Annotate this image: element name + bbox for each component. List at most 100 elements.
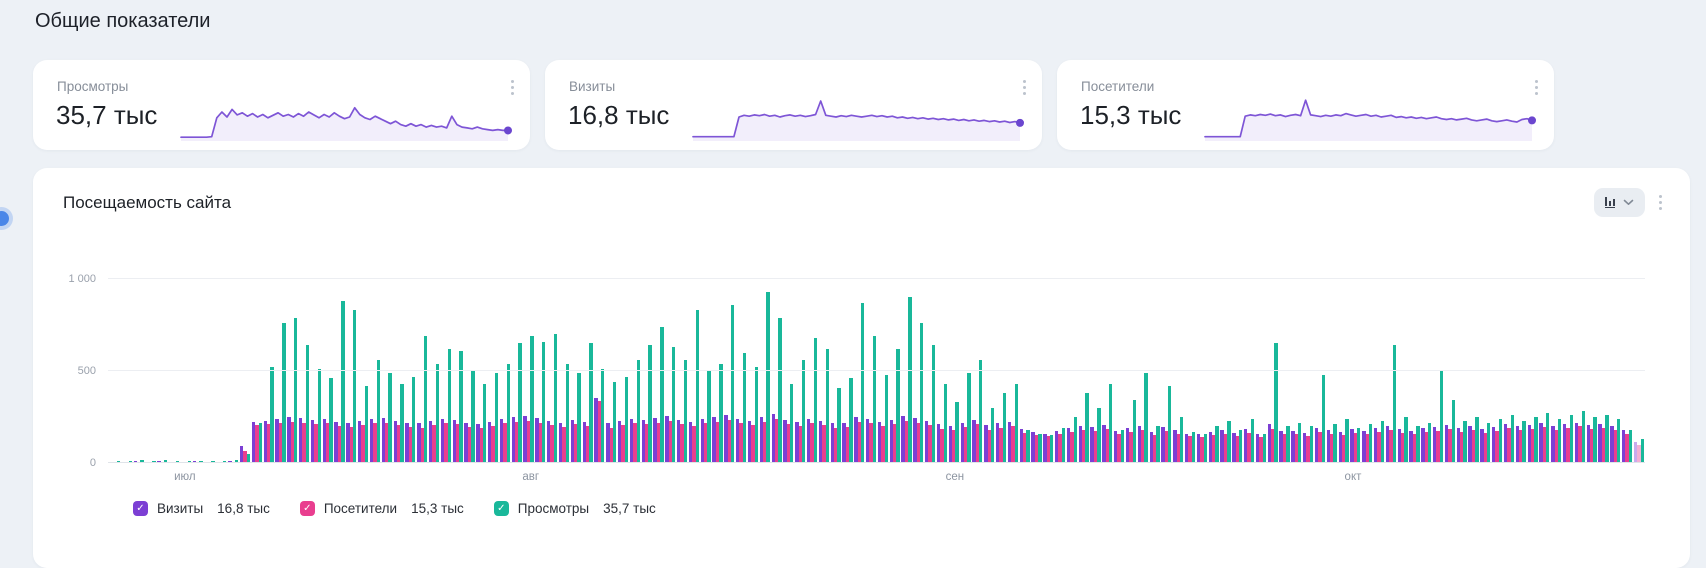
legend-item-visits[interactable]: ✓Визиты16,8 тыс — [133, 501, 270, 516]
bar-group-day[interactable] — [701, 371, 711, 463]
bar-group-day[interactable] — [1528, 417, 1538, 463]
bar-group-day[interactable] — [476, 384, 486, 463]
bar-group-day[interactable] — [1516, 421, 1526, 463]
bar-group-day[interactable] — [1244, 419, 1254, 463]
bar-group-day[interactable] — [1610, 419, 1620, 463]
bar-group-day[interactable] — [1409, 426, 1419, 463]
summary-card-visits[interactable]: Визиты 16,8 тыс — [545, 60, 1042, 150]
bar-group-day[interactable] — [405, 377, 415, 463]
bar-group-day[interactable] — [854, 303, 864, 463]
edge-widget-handle[interactable] — [0, 211, 9, 226]
bar-group-day[interactable] — [925, 345, 935, 463]
bar-group-day[interactable] — [346, 310, 356, 463]
bar-group-day[interactable] — [1457, 421, 1467, 463]
bar-group-day[interactable] — [523, 336, 533, 463]
bar-group-day[interactable] — [984, 408, 994, 463]
bar-group-day[interactable] — [1031, 432, 1041, 463]
bar-group-day[interactable] — [642, 345, 652, 463]
bar-group-day[interactable] — [358, 386, 368, 463]
bar-group-day[interactable] — [1339, 419, 1349, 463]
bar-group-day[interactable] — [842, 378, 852, 463]
bar-group-day[interactable] — [1197, 434, 1207, 463]
bar-group-day[interactable] — [901, 297, 911, 463]
bar-group-day[interactable] — [1374, 421, 1384, 463]
bar-group-day[interactable] — [453, 351, 463, 463]
legend-checkbox-visits[interactable]: ✓ — [133, 501, 148, 516]
bar-group-day[interactable] — [240, 446, 250, 463]
bar-group-day[interactable] — [1161, 386, 1171, 463]
bar-group-day[interactable] — [394, 384, 404, 463]
bar-group-day[interactable] — [653, 327, 663, 463]
bar-group-day[interactable] — [1020, 429, 1030, 463]
bar-group-day[interactable] — [1362, 424, 1372, 463]
bar-group-day[interactable] — [1480, 423, 1490, 463]
bar-group-day[interactable] — [1150, 426, 1160, 463]
legend-checkbox-visitors[interactable]: ✓ — [300, 501, 315, 516]
bar-group-day[interactable] — [1350, 428, 1360, 463]
bar-group-day[interactable] — [1043, 434, 1053, 463]
bar-group-day[interactable] — [630, 360, 640, 463]
bar-group-day[interactable] — [961, 373, 971, 463]
bar-group-day[interactable] — [1634, 439, 1644, 463]
bar-group-day[interactable] — [819, 349, 829, 463]
bar-group-day[interactable] — [1055, 428, 1065, 463]
bar-group-day[interactable] — [1220, 421, 1230, 463]
chart-type-selector[interactable] — [1594, 188, 1646, 217]
bar-group-day[interactable] — [1386, 345, 1396, 463]
bar-group-day[interactable] — [382, 373, 392, 463]
summary-card-visitors[interactable]: Посетители 15,3 тыс — [1057, 60, 1554, 150]
bar-group-day[interactable] — [665, 347, 675, 463]
bar-group-day[interactable] — [583, 343, 593, 463]
bar-group-day[interactable] — [1575, 411, 1585, 463]
bar-group-day[interactable] — [264, 367, 274, 463]
bar-group-day[interactable] — [807, 338, 817, 463]
bar-group-day[interactable] — [1492, 419, 1502, 463]
bar-group-day[interactable] — [1268, 343, 1278, 463]
bar-group-day[interactable] — [370, 360, 380, 463]
bar-group-day[interactable] — [1079, 393, 1089, 463]
bar-group-day[interactable] — [972, 360, 982, 463]
bar-group-day[interactable] — [594, 369, 604, 463]
bar-group-day[interactable] — [1563, 415, 1573, 463]
bar-group-day[interactable] — [724, 305, 734, 463]
bar-group-day[interactable] — [1126, 400, 1136, 463]
bar-group-day[interactable] — [1598, 415, 1608, 463]
bar-group-day[interactable] — [535, 342, 545, 463]
bar-group-day[interactable] — [1279, 426, 1289, 463]
bar-group-day[interactable] — [417, 336, 427, 463]
bar-group-day[interactable] — [996, 393, 1006, 463]
bar-group-day[interactable] — [323, 378, 333, 463]
bar-group-day[interactable] — [1327, 424, 1337, 463]
bar-group-day[interactable] — [677, 360, 687, 463]
bar-group-day[interactable] — [547, 334, 557, 463]
bar-group-day[interactable] — [1468, 417, 1478, 463]
legend-item-visitors[interactable]: ✓Посетители15,3 тыс — [300, 501, 464, 516]
bar-group-day[interactable] — [1067, 417, 1077, 463]
bar-group-day[interactable] — [795, 360, 805, 463]
bar-group-day[interactable] — [831, 388, 841, 463]
bar-group-day[interactable] — [618, 377, 628, 463]
bar-group-day[interactable] — [488, 373, 498, 463]
bar-group-day[interactable] — [1445, 400, 1455, 463]
bar-group-day[interactable] — [275, 323, 285, 463]
bar-group-day[interactable] — [334, 301, 344, 463]
summary-card-views[interactable]: Просмотры 35,7 тыс — [33, 60, 530, 150]
bar-group-day[interactable] — [783, 384, 793, 463]
legend-checkbox-views[interactable]: ✓ — [494, 501, 509, 516]
bar-group-day[interactable] — [311, 369, 321, 463]
bar-group-day[interactable] — [1551, 419, 1561, 463]
bar-group-day[interactable] — [866, 336, 876, 463]
bar-group-day[interactable] — [1539, 413, 1549, 463]
bar-group-day[interactable] — [1433, 371, 1443, 463]
bar-group-day[interactable] — [1185, 432, 1195, 463]
bar-group-day[interactable] — [1256, 434, 1266, 463]
bar-group-day[interactable] — [1398, 417, 1408, 463]
bar-group-day[interactable] — [1232, 430, 1242, 463]
bar-group-day[interactable] — [712, 364, 722, 463]
bar-group-day[interactable] — [1587, 417, 1597, 463]
kebab-menu-icon[interactable] — [1655, 191, 1666, 214]
bar-group-day[interactable] — [252, 422, 262, 463]
bar-group-day[interactable] — [890, 349, 900, 463]
bar-group-day[interactable] — [1622, 430, 1632, 463]
bar-group-day[interactable] — [500, 364, 510, 463]
